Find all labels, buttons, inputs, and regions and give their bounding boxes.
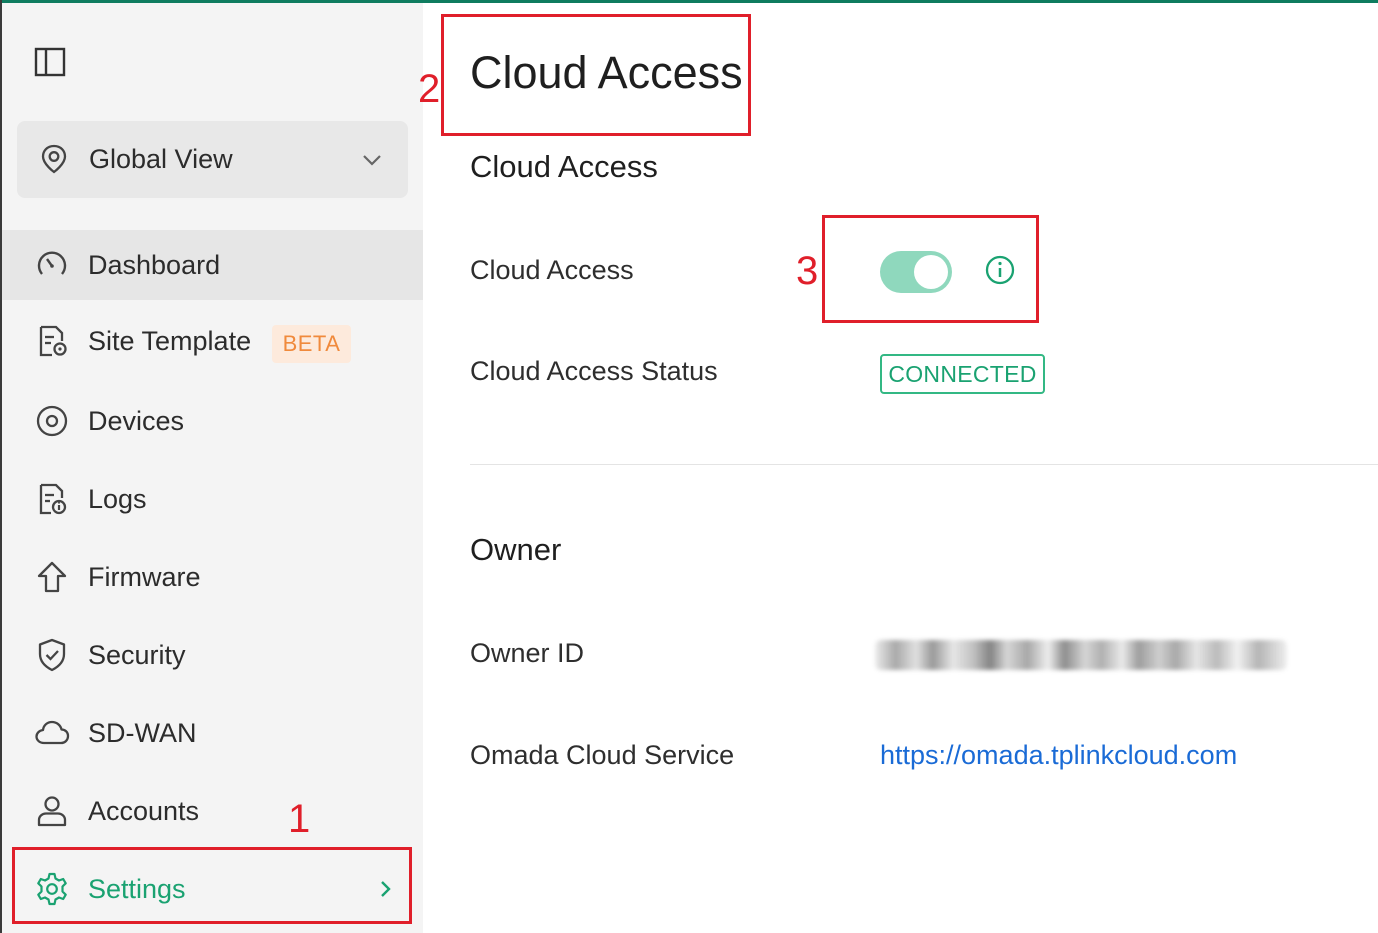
owner-id-value-redacted — [875, 640, 1287, 670]
user-icon — [34, 793, 70, 829]
sidebar-item-accounts[interactable]: Accounts — [2, 776, 423, 846]
omada-cloud-service-label: Omada Cloud Service — [470, 740, 735, 770]
cloud-icon — [34, 715, 70, 751]
sidebar-item-security[interactable]: Security — [2, 620, 423, 690]
beta-badge: BETA — [272, 325, 351, 363]
status-badge: CONNECTED — [880, 354, 1045, 394]
dashboard-gauge-icon — [34, 247, 70, 283]
sidebar-item-devices[interactable]: Devices — [2, 386, 423, 456]
sidebar-item-dashboard[interactable]: Dashboard — [2, 230, 423, 300]
location-pin-icon — [38, 143, 70, 175]
sidebar-toggle-icon[interactable] — [33, 45, 67, 79]
cloud-access-label: Cloud Access — [470, 255, 634, 285]
sidebar-item-label: Firmware — [88, 562, 201, 592]
cloud-access-status-label: Cloud Access Status — [470, 356, 718, 386]
sidebar-item-label: Devices — [88, 406, 185, 436]
sidebar-item-label: Site Template — [88, 326, 252, 356]
section-divider — [470, 464, 1378, 465]
annotation-box-title — [441, 14, 751, 136]
logs-icon — [34, 481, 70, 517]
firmware-upgrade-icon — [34, 559, 70, 595]
sidebar-item-label: Logs — [88, 484, 147, 514]
sidebar-item-label: SD-WAN — [88, 718, 197, 748]
chevron-down-icon — [359, 147, 385, 173]
sidebar-item-label: Accounts — [88, 796, 200, 826]
sidebar-item-site-template[interactable]: Site Template — [2, 306, 423, 376]
annotation-number-2: 2 — [418, 67, 441, 111]
shield-icon — [34, 637, 70, 673]
annotation-box-settings — [12, 847, 412, 924]
sidebar-item-firmware[interactable]: Firmware — [2, 542, 423, 612]
annotation-number-1: 1 — [288, 797, 311, 841]
owner-section-title: Owner — [470, 532, 562, 567]
site-selector-label: Global View — [89, 144, 233, 174]
annotation-box-toggle — [822, 215, 1039, 323]
devices-icon — [34, 403, 70, 439]
cloud-access-section-title: Cloud Access — [470, 149, 658, 184]
sidebar-item-logs[interactable]: Logs — [2, 464, 423, 534]
omada-cloud-service-link[interactable]: https://omada.tplinkcloud.com — [880, 738, 1237, 772]
sidebar-item-sd-wan[interactable]: SD-WAN — [2, 698, 423, 768]
sidebar-item-label: Security — [88, 640, 186, 670]
annotation-number-3: 3 — [796, 249, 819, 293]
sidebar-item-label: Dashboard — [88, 250, 221, 280]
site-template-icon — [34, 323, 70, 359]
site-selector-dropdown[interactable]: Global View — [17, 121, 408, 198]
owner-id-label: Owner ID — [470, 638, 585, 668]
